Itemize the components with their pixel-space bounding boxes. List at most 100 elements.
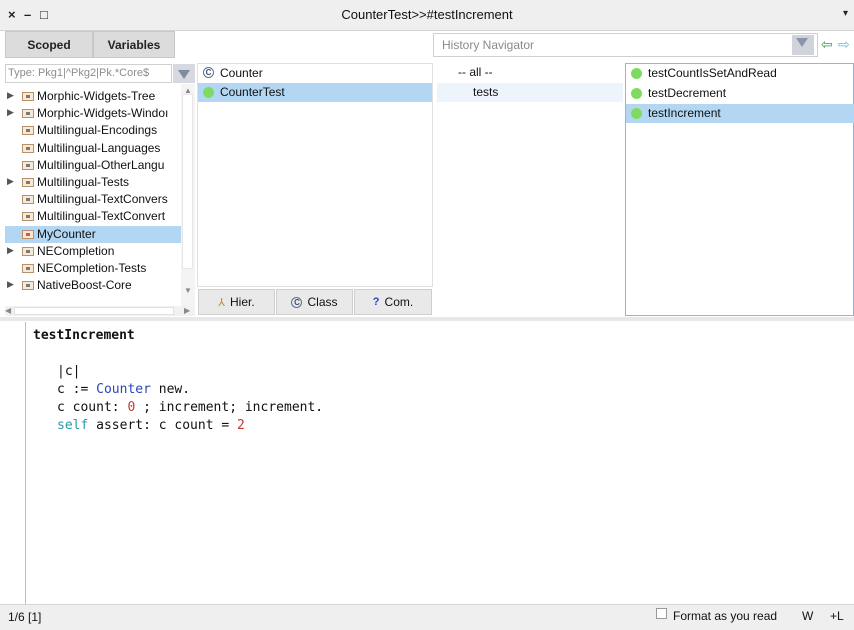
window-title: CounterTest>>#testIncrement	[341, 7, 513, 22]
cursor-position: 1/6 [1]	[8, 610, 42, 624]
package-item[interactable]: NECompletion-Tests	[5, 260, 181, 277]
package-icon	[22, 264, 34, 273]
scrollbar-thumb[interactable]	[182, 94, 193, 269]
package-label: Multilingual-Languages	[37, 140, 161, 155]
history-navigator-field[interactable]: History Navigator	[433, 33, 818, 57]
method-label: testIncrement	[648, 106, 721, 120]
code-line: c count: 0 ; increment; increment.	[57, 400, 324, 415]
window-menu-icon[interactable]: ▾	[843, 8, 848, 19]
method-item[interactable]: testCountIsSetAndRead	[626, 64, 854, 83]
package-item[interactable]: Multilingual-TextConvert	[5, 208, 181, 225]
package-filter-dropdown[interactable]	[173, 64, 195, 83]
class-item[interactable]: CounterTest	[198, 83, 432, 102]
package-item[interactable]: Multilingual-Encodings	[5, 122, 181, 139]
comment-label: Com.	[384, 295, 414, 309]
package-icon	[22, 126, 34, 136]
title-bar: × – □ CounterTest>>#testIncrement ▾	[0, 0, 854, 31]
code-line: self assert: c count = 2	[57, 418, 245, 433]
code-editor[interactable]	[25, 322, 854, 604]
chevron-down-icon	[796, 38, 808, 47]
forward-arrow-icon[interactable]: ⇨	[838, 36, 850, 53]
question-icon: ?	[372, 296, 380, 308]
test-passed-icon	[203, 87, 214, 98]
package-item[interactable]: Multilingual-OtherLangu	[5, 157, 181, 174]
protocol-item[interactable]: -- all --	[437, 63, 623, 82]
format-as-you-read-label[interactable]: Format as you read	[673, 609, 777, 623]
protocol-label: tests	[473, 85, 499, 99]
package-label: Multilingual-TextConvert	[37, 209, 166, 224]
package-label: Multilingual-Encodings	[37, 123, 158, 138]
comment-button[interactable]: ? Com.	[354, 289, 432, 315]
package-label: NECompletion-Tests	[37, 261, 147, 275]
code-line: c := Counter new.	[57, 382, 191, 397]
package-item[interactable]: ▶ NativeBoost-Core	[5, 277, 181, 294]
package-icon	[22, 109, 34, 119]
package-icon	[22, 143, 34, 153]
class-label: Counter	[220, 66, 263, 80]
package-icon	[22, 212, 34, 222]
package-icon	[22, 229, 34, 239]
class-label: Class	[307, 295, 338, 309]
package-item[interactable]: ▶ Morphic-Widgets-Tree	[5, 88, 181, 105]
package-label: Morphic-Widgets-Tree	[37, 89, 156, 103]
class-item[interactable]: C Counter	[198, 64, 432, 83]
method-item[interactable]: testIncrement	[626, 104, 854, 123]
line-numbers-toggle[interactable]: +L	[830, 609, 844, 623]
package-icon	[22, 246, 34, 256]
package-item[interactable]: Multilingual-TextConvers	[5, 191, 181, 208]
package-icon	[22, 195, 34, 205]
scroll-down-icon[interactable]: ▼	[184, 286, 192, 295]
package-horizontal-scrollbar[interactable]: ◀ ▶	[5, 306, 195, 316]
package-label: Multilingual-TextConvers	[37, 192, 168, 207]
expand-arrow-icon[interactable]: ▶	[7, 107, 14, 118]
method-signature: testIncrement	[33, 328, 135, 343]
expand-arrow-icon[interactable]: ▶	[7, 245, 14, 256]
pane-splitter[interactable]	[0, 317, 854, 321]
method-label: testCountIsSetAndRead	[648, 66, 777, 80]
test-passed-icon	[631, 88, 642, 99]
class-list: C Counter CounterTest	[197, 63, 433, 287]
method-source[interactable]: testIncrement |c| c := Counter new. c co…	[33, 325, 323, 433]
scrollbar-thumb[interactable]	[14, 307, 174, 315]
hierarchy-button[interactable]: ⅄ Hier.	[198, 289, 275, 315]
test-passed-icon	[631, 108, 642, 119]
package-label: NECompletion	[37, 243, 115, 258]
scroll-right-icon[interactable]: ▶	[184, 306, 190, 315]
protocol-label: -- all --	[458, 65, 493, 79]
back-arrow-icon[interactable]: ⇦	[821, 36, 833, 53]
method-list: testCountIsSetAndRead testDecrement testIn…	[625, 63, 854, 316]
expand-arrow-icon[interactable]: ▶	[7, 279, 14, 290]
package-icon	[22, 92, 34, 101]
package-label: Morphic-Widgets-Windoı	[37, 106, 169, 121]
package-icon	[22, 281, 34, 291]
temporaries: |c|	[57, 364, 81, 379]
wrap-mode-toggle[interactable]: W	[802, 609, 813, 623]
variables-button[interactable]: Variables	[93, 31, 175, 58]
class-icon: C	[291, 296, 303, 308]
package-icon	[22, 160, 34, 170]
hierarchy-label: Hier.	[230, 295, 255, 309]
package-label: MyCounter	[37, 226, 96, 241]
package-item[interactable]: ▶ Morphic-Widgets-Windoı	[5, 105, 181, 122]
package-label: Multilingual-OtherLangu	[37, 157, 165, 172]
scroll-left-icon[interactable]: ◀	[5, 306, 11, 315]
scoped-button[interactable]: Scoped	[5, 31, 93, 58]
format-as-you-read-checkbox[interactable]	[656, 608, 667, 619]
expand-arrow-icon[interactable]: ▶	[7, 90, 14, 101]
package-item[interactable]: ▶ NECompletion	[5, 243, 181, 260]
expand-arrow-icon[interactable]: ▶	[7, 176, 14, 187]
package-filter-input[interactable]: Type: Pkg1|^Pkg2|Pk.*Core$	[5, 64, 172, 83]
package-item[interactable]: ▶ Multilingual-Tests	[5, 174, 181, 191]
method-item[interactable]: testDecrement	[626, 84, 854, 103]
package-vertical-scrollbar[interactable]: ▲ ▼	[181, 84, 195, 306]
package-item[interactable]: Multilingual-Languages	[5, 140, 181, 157]
package-list: ▶ Morphic-Widgets-Tree ▶ Morphic-Widgets-Wi…	[5, 84, 181, 306]
protocol-item[interactable]: tests	[437, 83, 623, 102]
class-side-button[interactable]: C Class	[276, 289, 353, 315]
package-item[interactable]: MyCounter	[5, 225, 181, 243]
protocol-list: -- all -- tests	[437, 63, 623, 316]
method-label: testDecrement	[648, 86, 727, 100]
class-label: CounterTest	[220, 85, 285, 99]
package-label: Multilingual-Tests	[37, 175, 130, 189]
package-label: NativeBoost-Core	[37, 278, 132, 293]
